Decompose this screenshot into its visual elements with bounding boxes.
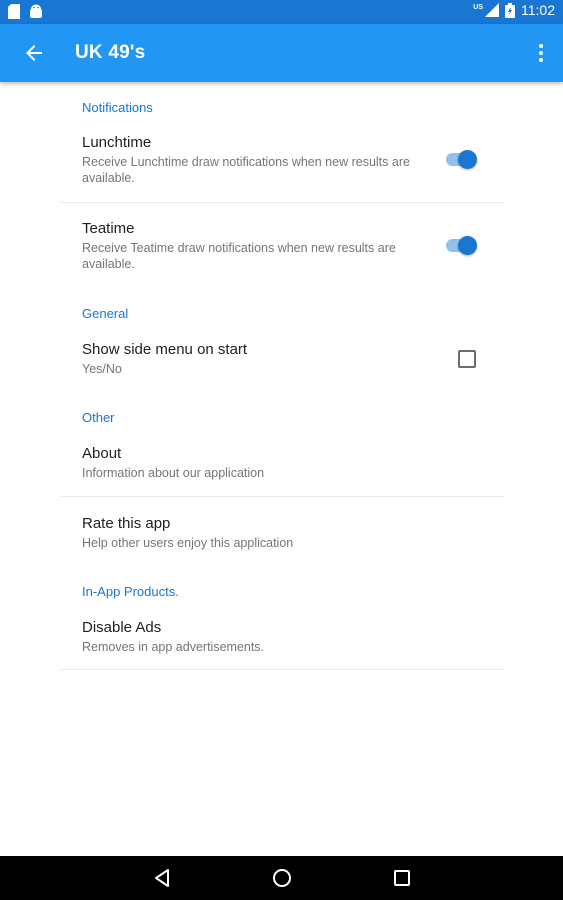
nav-recents-button[interactable]	[391, 867, 413, 889]
pref-rate-app-summary: Help other users enjoy this application	[82, 536, 294, 550]
pref-disable-ads[interactable]: Disable Ads Removes in app advertisement…	[60, 619, 504, 669]
network-label: US	[473, 3, 483, 11]
sd-card-icon	[8, 4, 20, 19]
home-circle-icon	[273, 869, 291, 887]
more-vert-icon	[537, 42, 545, 62]
app-bar: UK 49's	[0, 24, 563, 82]
divider	[60, 202, 504, 203]
app-title: UK 49's	[75, 42, 146, 63]
pref-lunchtime-summary: Receive Lunchtime draw notifications whe…	[82, 155, 410, 185]
pref-disable-ads-summary: Removes in app advertisements.	[82, 640, 265, 654]
pref-teatime-title: Teatime	[82, 220, 135, 237]
pref-about-summary: Information about our application	[82, 466, 265, 480]
status-bar: US 11:02	[0, 0, 563, 24]
battery-icon	[505, 2, 515, 18]
pref-side-menu[interactable]: Show side menu on start Yes/No	[60, 341, 504, 391]
section-header-in-app: In-App Products.	[82, 584, 179, 599]
lunchtime-toggle[interactable]	[444, 149, 478, 169]
navigation-bar	[0, 856, 563, 900]
status-right-icons: US 11:02	[473, 2, 555, 18]
pref-teatime[interactable]: Teatime Receive Teatime draw notificatio…	[60, 220, 504, 290]
pref-lunchtime-title: Lunchtime	[82, 134, 152, 151]
pref-rate-app[interactable]: Rate this app Help other users enjoy thi…	[60, 515, 504, 565]
nav-home-button[interactable]	[271, 867, 293, 889]
teatime-toggle[interactable]	[444, 235, 478, 255]
divider	[60, 669, 504, 670]
pref-about[interactable]: About Information about our application	[60, 445, 504, 495]
pref-side-menu-title: Show side menu on start	[82, 341, 248, 358]
android-icon	[30, 4, 42, 18]
nav-back-button[interactable]	[151, 867, 173, 889]
pref-about-title: About	[82, 445, 122, 462]
signal-icon	[485, 3, 499, 17]
pref-teatime-summary: Receive Teatime draw notifications when …	[82, 241, 396, 271]
section-header-notifications: Notifications	[82, 100, 153, 115]
status-left-icons	[8, 4, 43, 19]
recents-square-icon	[394, 870, 410, 886]
divider	[60, 496, 504, 497]
pref-rate-app-title: Rate this app	[82, 515, 171, 532]
section-header-general: General	[82, 306, 129, 321]
side-menu-checkbox[interactable]	[458, 350, 476, 368]
back-button[interactable]	[22, 41, 46, 65]
status-time: 11:02	[521, 2, 555, 18]
section-header-other: Other	[82, 410, 115, 425]
back-arrow-icon	[26, 45, 42, 61]
back-triangle-icon	[155, 869, 169, 887]
pref-disable-ads-title: Disable Ads	[82, 619, 162, 636]
more-options-button[interactable]	[537, 42, 545, 66]
pref-side-menu-summary: Yes/No	[82, 362, 122, 376]
pref-lunchtime[interactable]: Lunchtime Receive Lunchtime draw notific…	[60, 134, 504, 204]
